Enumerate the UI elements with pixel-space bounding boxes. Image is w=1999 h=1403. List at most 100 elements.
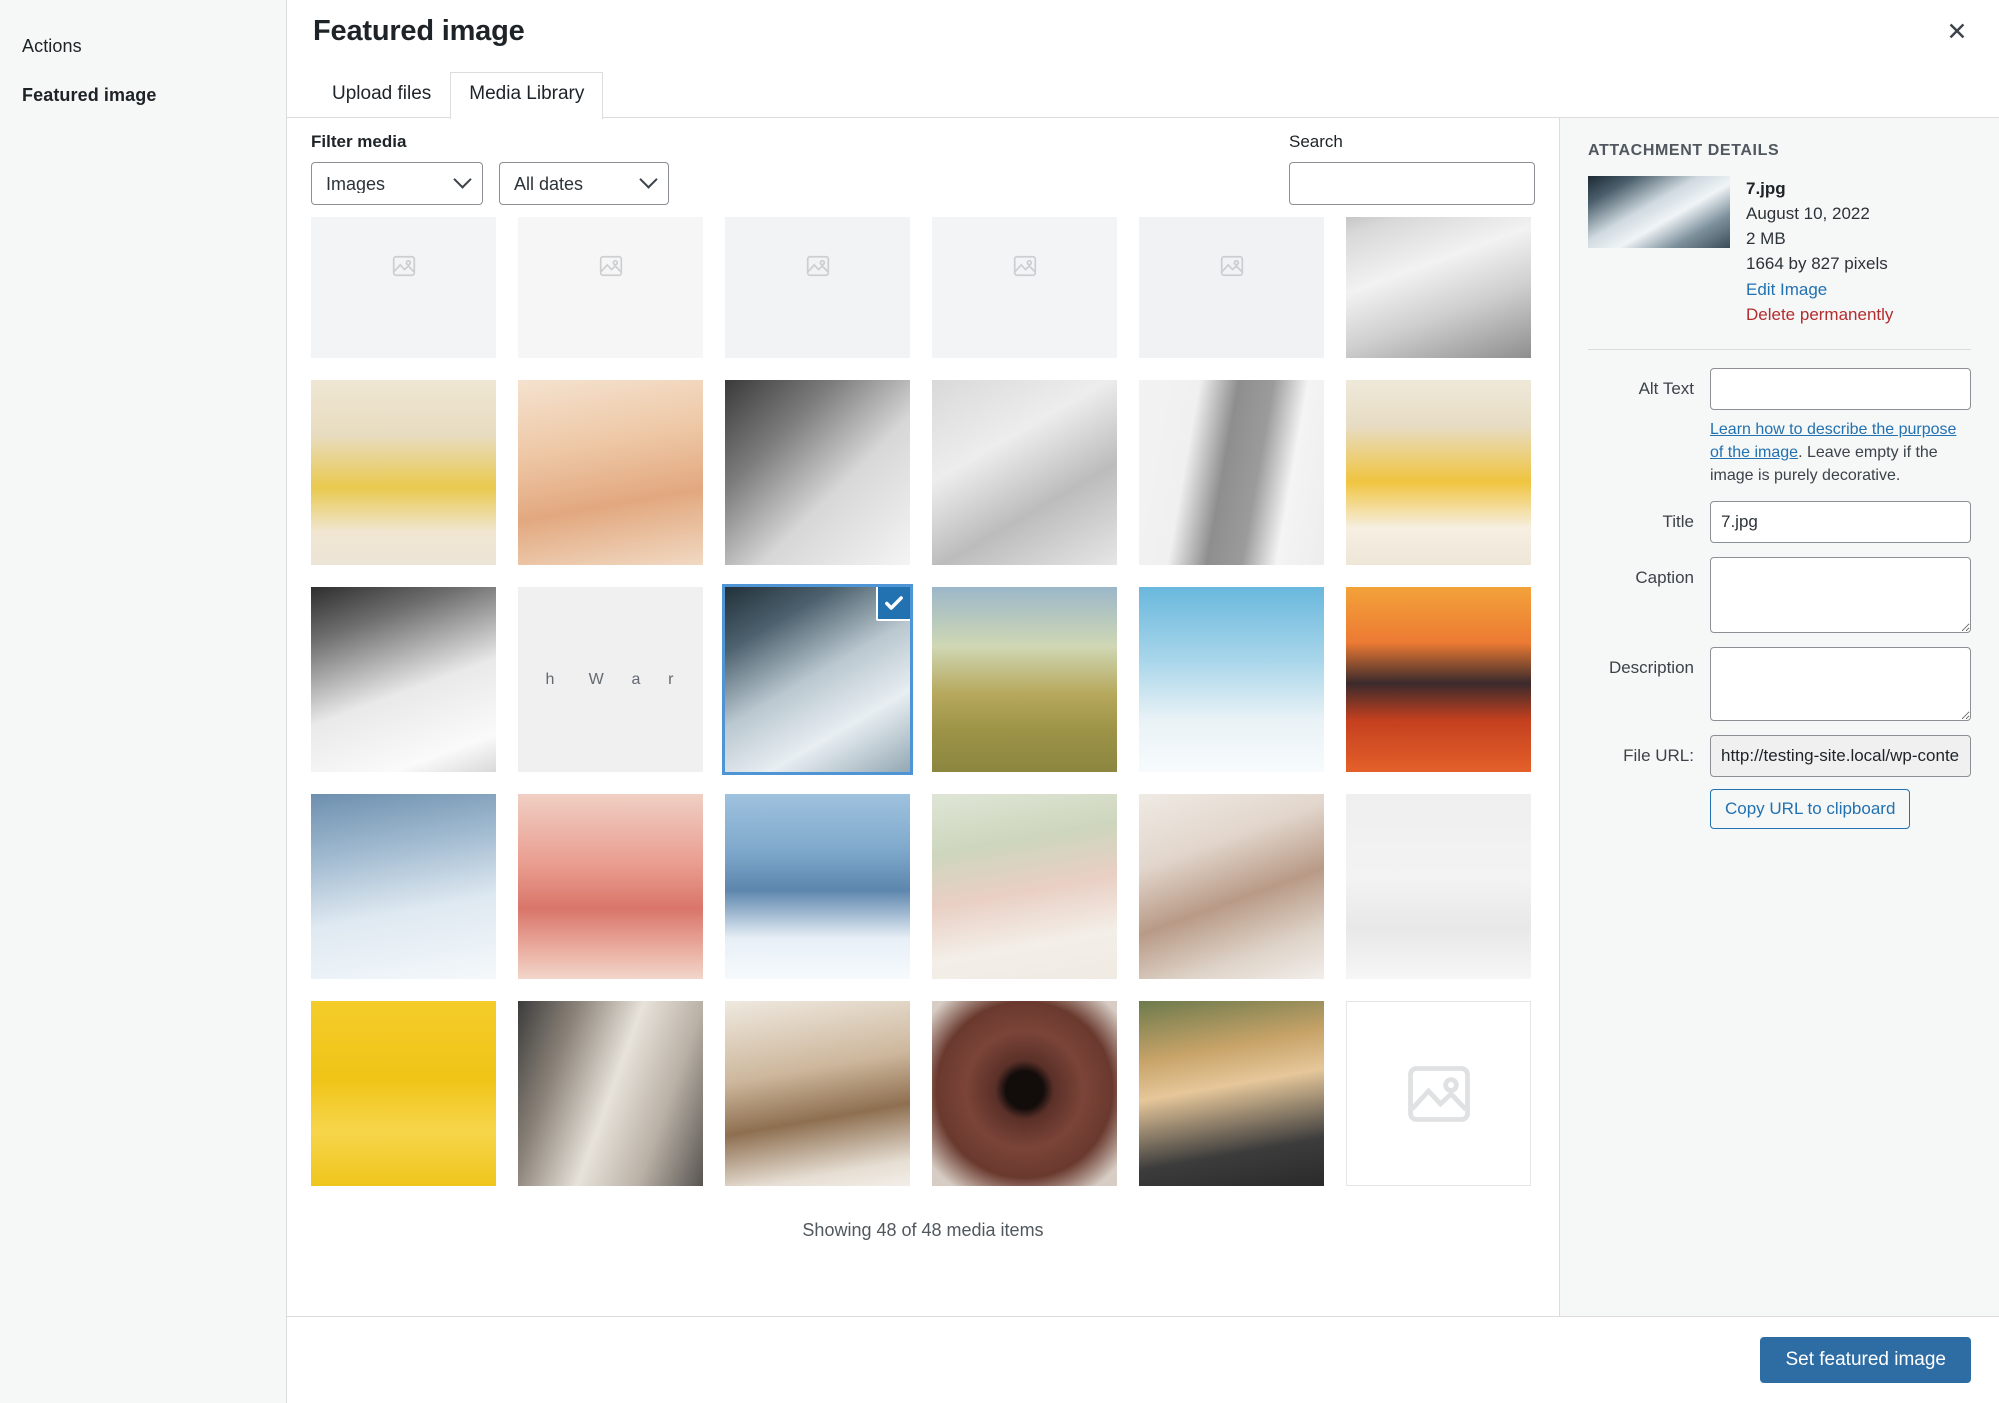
tab-media-library[interactable]: Media Library [450,72,604,119]
media-thumbnail [1139,380,1324,566]
title-field[interactable] [1710,501,1971,544]
tab-upload-files[interactable]: Upload files [313,72,450,118]
search-input[interactable] [1289,162,1535,206]
media-item-28[interactable] [932,1001,1117,1187]
media-item-23[interactable] [1139,794,1324,980]
image-placeholder-icon [392,255,415,276]
media-thumbnail [1139,1001,1324,1187]
search-group: Search [1289,132,1535,206]
attachment-summary: 7.jpg August 10, 2022 2 MB 1664 by 827 p… [1588,176,1971,327]
alt-text-label: Alt Text [1638,378,1694,398]
file-url-row: File URL: Copy URL to clipboard [1588,735,1971,830]
media-item-2[interactable] [518,217,703,359]
media-thumbnail [725,380,910,566]
media-item-1[interactable] [311,217,496,359]
alt-text-helper: Learn how to describe the purpose of the… [1710,418,1971,487]
alt-text-field[interactable] [1710,367,1971,410]
attachment-date: August 10, 2022 [1746,204,1870,224]
media-date-select[interactable]: All dates [499,162,669,206]
title-row: Title [1588,501,1971,544]
media-item-12[interactable] [1346,380,1531,566]
image-placeholder-icon [1407,1065,1470,1122]
media-item-18[interactable] [1346,587,1531,773]
left-sidebar: Actions Featured image [0,0,287,1403]
page-title: Featured image [313,15,525,47]
attachment-meta: 7.jpg August 10, 2022 2 MB 1664 by 827 p… [1746,176,1893,327]
media-item-3[interactable] [725,217,910,359]
media-thumbnail [518,1001,703,1187]
media-item-27[interactable] [725,1001,910,1187]
media-thumbnail [932,1001,1117,1187]
media-item-10[interactable] [932,380,1117,566]
close-icon[interactable]: ✕ [1935,10,1979,54]
media-item-6[interactable] [1346,217,1531,359]
media-text-preview: h W a r [545,670,676,688]
modal-header: Featured image ✕ [287,0,1999,68]
media-thumbnail [1139,587,1324,773]
attachment-details-heading: ATTACHMENT DETAILS [1588,142,1780,159]
media-item-26[interactable] [518,1001,703,1187]
sidebar-item-label: Actions [22,36,82,56]
media-item-7[interactable] [311,380,496,566]
image-placeholder-icon [599,255,622,276]
media-thumbnail [1346,380,1531,566]
media-item-20[interactable] [518,794,703,980]
file-url-field[interactable] [1710,735,1971,778]
description-field[interactable] [1710,647,1971,722]
media-type-select-wrap: Images [311,162,483,206]
description-row: Description [1588,647,1971,722]
copy-url-button[interactable]: Copy URL to clipboard [1710,789,1911,830]
media-item-16[interactable] [932,587,1117,773]
description-label: Description [1608,658,1694,678]
caption-row: Caption [1588,557,1971,634]
delete-permanently-link[interactable]: Delete permanently [1746,302,1893,327]
media-thumbnail [932,794,1117,980]
media-toolbar: Filter media Images All dates Search [311,118,1535,217]
sidebar-item-label: Featured image [22,84,157,105]
alt-text-row: Alt Text Learn how to describe the purpo… [1588,367,1971,487]
media-type-select[interactable]: Images [311,162,483,206]
media-item-22[interactable] [932,794,1117,980]
media-browser: Filter media Images All dates Search h W… [287,118,1559,1316]
media-item-30[interactable] [1346,1001,1531,1187]
selected-check-icon[interactable] [876,587,910,622]
media-item-15[interactable] [725,587,910,773]
media-modal-screen: Actions Featured image Featured image ✕ … [0,0,1999,1403]
divider [1588,348,1971,350]
edit-image-link[interactable]: Edit Image [1746,277,1893,302]
media-item-13[interactable] [311,587,496,773]
media-item-4[interactable] [932,217,1117,359]
attachment-filename: 7.jpg [1746,179,1786,198]
media-item-5[interactable] [1139,217,1324,359]
media-thumbnail [518,794,703,980]
image-placeholder-icon [1220,255,1243,276]
media-item-24[interactable] [1346,794,1531,980]
caption-field[interactable] [1710,557,1971,634]
media-thumbnail [1139,794,1324,980]
media-item-11[interactable] [1139,380,1324,566]
media-item-19[interactable] [311,794,496,980]
media-thumbnail [311,794,496,980]
media-thumbnail [518,380,703,566]
media-thumbnail [932,587,1117,773]
media-item-25[interactable] [311,1001,496,1187]
media-thumbnail [932,380,1117,566]
media-date-select-wrap: All dates [499,162,669,206]
caption-label: Caption [1635,568,1694,588]
sidebar-item-featured-image[interactable]: Featured image [0,71,286,120]
media-item-8[interactable] [518,380,703,566]
attachment-thumbnail[interactable] [1588,176,1730,248]
set-featured-image-button[interactable]: Set featured image [1760,1336,1971,1384]
media-thumbnail [725,1001,910,1187]
media-count-text: Showing 48 of 48 media items [802,1220,1044,1241]
media-item-29[interactable] [1139,1001,1324,1187]
modal-footer: Set featured image [287,1317,1999,1403]
sidebar-item-actions[interactable]: Actions [0,22,286,71]
media-item-14[interactable]: h W a r [518,587,703,773]
media-thumbnail [311,1001,496,1187]
media-grid-scroll[interactable]: h W a r Showing 48 of 48 media items [311,217,1535,1257]
media-item-9[interactable] [725,380,910,566]
media-item-17[interactable] [1139,587,1324,773]
media-item-21[interactable] [725,794,910,980]
media-thumbnail [311,587,496,773]
